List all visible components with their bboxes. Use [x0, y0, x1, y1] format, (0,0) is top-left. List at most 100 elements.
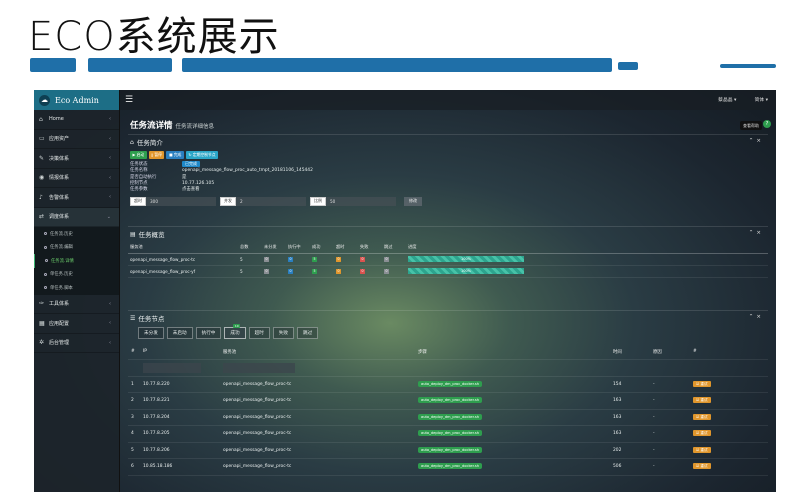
sidebar-item-label: 工具体系 [49, 301, 70, 308]
tab-status[interactable]: 未分发 [138, 327, 164, 339]
count-badge[interactable]: 5 [312, 257, 317, 262]
sidebar-item-label: 应用配置 [49, 320, 70, 327]
filter-input[interactable] [223, 362, 295, 373]
param-input[interactable]: 2 [236, 196, 306, 206]
sidebar-item-label: 情报体系 [49, 175, 70, 182]
count-badge[interactable]: 0 [336, 269, 341, 274]
user-menu[interactable]: 蔡晶晶 ▾ [718, 96, 736, 103]
total-cell: 5 [238, 253, 262, 266]
column-header: # [690, 345, 768, 360]
action-button[interactable]: ↻ 定期控制节点 [185, 151, 218, 159]
home-icon: ⌂ [130, 138, 134, 146]
count-cell: 0 [334, 253, 358, 266]
count-badge[interactable]: 0 [288, 269, 293, 274]
sidebar-item[interactable]: ✑ 工具体系 ‹ [34, 295, 119, 314]
retry-button[interactable]: ☑ 重试 [693, 446, 711, 453]
row-number: 3 [128, 409, 140, 426]
sidebar-item[interactable]: ▭ 应用资产 ‹ [34, 130, 119, 149]
count-badge[interactable]: 0 [264, 257, 269, 262]
circle-icon [44, 286, 47, 290]
count-badge[interactable]: 0 [360, 257, 365, 262]
action-button[interactable]: ‖ 暂停 [148, 151, 165, 159]
ip-cell: 10.77.8.221 [140, 392, 220, 410]
row-number: 5 [128, 442, 140, 459]
action-cell: ☑ 重试 [690, 392, 768, 410]
field-value: 已完成 [182, 161, 200, 168]
chevron-icon: ‹ [109, 339, 111, 346]
submenu-item[interactable]: 任务流.编辑 [34, 241, 119, 255]
sidebar-item[interactable]: ✎ 决策体系 ‹ [34, 149, 119, 169]
column-header: IP [140, 345, 220, 360]
sidebar-item[interactable]: ♪ 告警体系 ‹ [34, 188, 119, 208]
time-cell: 202 [610, 442, 650, 459]
step-badge: auto_deploy_dm_proc_docker.sh [418, 380, 483, 387]
action-button[interactable]: ■ 完成 [166, 151, 184, 159]
language-menu[interactable]: 简体 ▾ [754, 96, 768, 103]
step-badge: auto_deploy_dm_proc_docker.sh [418, 397, 483, 404]
tab-status[interactable]: 执行中 [195, 327, 222, 339]
brand-bar[interactable]: ☁ Eco Admin [34, 90, 119, 110]
pool-cell: openapi_message_flow_proc-tc [128, 253, 238, 266]
action-button[interactable]: ▶ 启动 [130, 151, 147, 159]
help-button[interactable]: 查看帮助 [740, 121, 762, 130]
input-label: 超时 [130, 196, 146, 206]
count-badge[interactable]: 0 [264, 269, 269, 274]
chevron-icon: ‹ [109, 174, 111, 181]
column-header: 超时 [334, 241, 358, 254]
filter-cell [650, 359, 690, 377]
field-label: 任务参数 [130, 187, 148, 193]
step-cell: auto_deploy_dm_proc_docker.sh [415, 425, 610, 443]
step-badge: auto_deploy_dm_proc_docker.sh [418, 463, 483, 470]
field-value: openapi_message_flow_proc_auto_tmpt_2018… [182, 167, 313, 173]
tab-status[interactable]: 跳过 [297, 327, 319, 339]
param-input[interactable]: 50 [326, 196, 396, 206]
panel-title: 任务节点 [138, 315, 165, 323]
filter-input[interactable] [143, 362, 201, 373]
reason-cell: - [650, 458, 690, 476]
submenu-item[interactable]: 任务流.历史 [34, 227, 119, 241]
submenu-item[interactable]: 单任务.脚本 [34, 281, 119, 295]
sidebar-item[interactable]: ◉ 情报体系 ‹ [34, 169, 119, 188]
step-badge: auto_deploy_dm_proc_docker.sh [418, 430, 483, 437]
help-circle-icon[interactable]: ? [763, 120, 771, 128]
tab-status[interactable]: 失败 [272, 327, 294, 339]
column-header: 失败 [358, 241, 382, 254]
retry-button[interactable]: ☑ 重试 [693, 397, 711, 404]
table-row: openapi_message_flow_proc-tc 5 0 0 5 0 0 0 100% [128, 253, 768, 266]
tab-status[interactable]: 未启动 [166, 327, 193, 339]
step-cell: auto_deploy_dm_proc_docker.sh [415, 409, 610, 426]
panel-tools[interactable]: ⌃× [749, 230, 764, 236]
sidebar-item[interactable]: ✲ 后台管理 ‹ [34, 334, 119, 353]
shuffle-icon: ⇄ [39, 213, 45, 221]
count-badge[interactable]: 0 [336, 257, 341, 262]
panel-tools[interactable]: ⌃× [749, 138, 764, 144]
count-badge[interactable]: 5 [312, 269, 317, 274]
app-window: ☁ Eco Admin ⌂ Home ‹ ▭ 应用资产 ‹ ✎ 决策体系 ‹ ◉ 情报体系 ‹ ♪ 告警体… [34, 90, 776, 492]
submenu-item[interactable]: 单任务.历史 [34, 268, 119, 282]
tab-status[interactable]: 超时 [248, 327, 270, 339]
retry-button[interactable]: ☑ 重试 [693, 463, 711, 470]
sidebar: ☁ Eco Admin ⌂ Home ‹ ▭ 应用资产 ‹ ✎ 决策体系 ‹ ◉ 情报体系 ‹ ♪ 告警体… [34, 90, 120, 492]
panel-tools[interactable]: ⌃× [749, 314, 764, 320]
sidebar-item[interactable]: ⇄ 调度体系 ⌄ [34, 207, 119, 227]
field-value[interactable]: 点击查看 [182, 186, 200, 192]
retry-button[interactable]: ☑ 重试 [693, 413, 711, 420]
table-row: 5 10.77.8.206 openapi_message_flow_proc-tc… [128, 442, 768, 459]
sidebar-item[interactable]: ⌂ Home ‹ [34, 110, 119, 130]
count-badge[interactable]: 0 [384, 269, 389, 274]
filter-cell [220, 359, 415, 377]
column-header: 服务池 [128, 241, 238, 254]
page-title-text: 任务流详情 [130, 121, 173, 131]
sidebar-item[interactable]: ▦ 应用配置 ‹ [34, 314, 119, 334]
eye-icon: ◉ [39, 174, 45, 182]
tab-status[interactable]: 成功 10 [224, 324, 246, 339]
count-badge[interactable]: 0 [360, 269, 365, 274]
count-badge[interactable]: 0 [288, 257, 293, 262]
modify-button[interactable]: 修改 [404, 196, 422, 206]
count-badge[interactable]: 0 [384, 257, 389, 262]
retry-button[interactable]: ☑ 重试 [693, 430, 711, 437]
retry-button[interactable]: ☑ 重试 [693, 380, 711, 387]
param-input[interactable]: 300 [146, 196, 216, 206]
submenu-item[interactable]: 任务流.详情 [34, 254, 119, 268]
hamburger-menu-icon[interactable]: ☰ [125, 95, 133, 105]
